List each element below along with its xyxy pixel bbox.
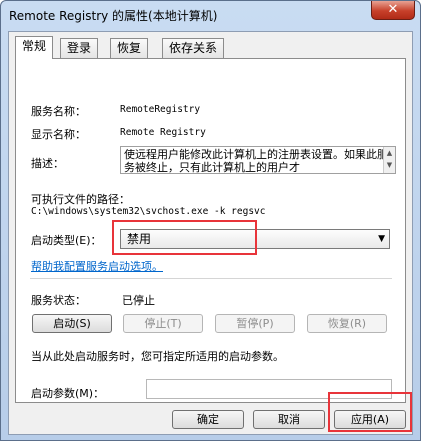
service-name-value: RemoteRegistry <box>120 104 201 115</box>
start-params-hint: 当从此处启动服务时，您可指定所适用的启动参数。 <box>31 350 284 363</box>
window-title: Remote Registry 的属性(本地计算机) <box>9 9 218 23</box>
service-status-value: 已停止 <box>122 294 155 307</box>
divider <box>30 278 392 279</box>
ok-button[interactable]: 确定 <box>172 410 244 429</box>
description-scrollbar[interactable]: ▲ ▼ <box>383 147 395 173</box>
close-button[interactable]: ✕ <box>371 1 415 20</box>
close-icon: ✕ <box>387 2 399 17</box>
tab-dependencies[interactable]: 依存关系 <box>162 38 225 58</box>
title-bar[interactable]: Remote Registry 的属性(本地计算机) ✕ <box>1 1 420 31</box>
exe-path-label: 可执行文件的路径： <box>31 193 130 206</box>
tab-general[interactable]: 常规 <box>15 36 54 59</box>
display-name-label: 显示名称： <box>31 128 86 141</box>
general-tab-panel: 服务名称： RemoteRegistry 显示名称： Remote Regist… <box>15 58 406 403</box>
cancel-button[interactable]: 取消 <box>253 410 325 429</box>
tab-logon[interactable]: 登录 <box>60 38 99 58</box>
tab-recovery[interactable]: 恢复 <box>110 38 149 58</box>
highlight-box-apply <box>328 392 412 432</box>
service-status-label: 服务状态： <box>31 294 86 307</box>
dialog-body: 常规 登录 恢复 依存关系 服务名称： RemoteRegistry 显示名称：… <box>8 31 413 435</box>
description-label: 描述： <box>31 157 64 170</box>
resume-button[interactable]: 恢复(R) <box>307 314 387 333</box>
dropdown-arrow-icon: ▼ <box>378 234 385 244</box>
display-name-value: Remote Registry <box>120 127 206 138</box>
start-params-label: 启动参数(M)： <box>31 387 105 400</box>
description-textbox[interactable]: 使远程用户能修改此计算机上的注册表设置。如果此服务被终止，只有此计算机上的用户才… <box>120 146 396 174</box>
description-text: 使远程用户能修改此计算机上的注册表设置。如果此服务被终止，只有此计算机上的用户才 <box>124 148 388 174</box>
startup-type-label: 启动类型(E)： <box>31 234 102 247</box>
service-name-label: 服务名称： <box>31 105 86 118</box>
start-button[interactable]: 启动(S) <box>32 314 112 333</box>
help-link[interactable]: 帮助我配置服务启动选项。 <box>31 258 163 274</box>
highlight-box-startup-type <box>112 220 257 255</box>
pause-button[interactable]: 暂停(P) <box>215 314 295 333</box>
exe-path-value: C:\windows\system32\svchost.exe -k regsv… <box>31 206 266 217</box>
properties-dialog: Remote Registry 的属性(本地计算机) ✕ 常规 登录 恢复 依存… <box>0 0 421 441</box>
stop-button[interactable]: 停止(T) <box>123 314 203 333</box>
